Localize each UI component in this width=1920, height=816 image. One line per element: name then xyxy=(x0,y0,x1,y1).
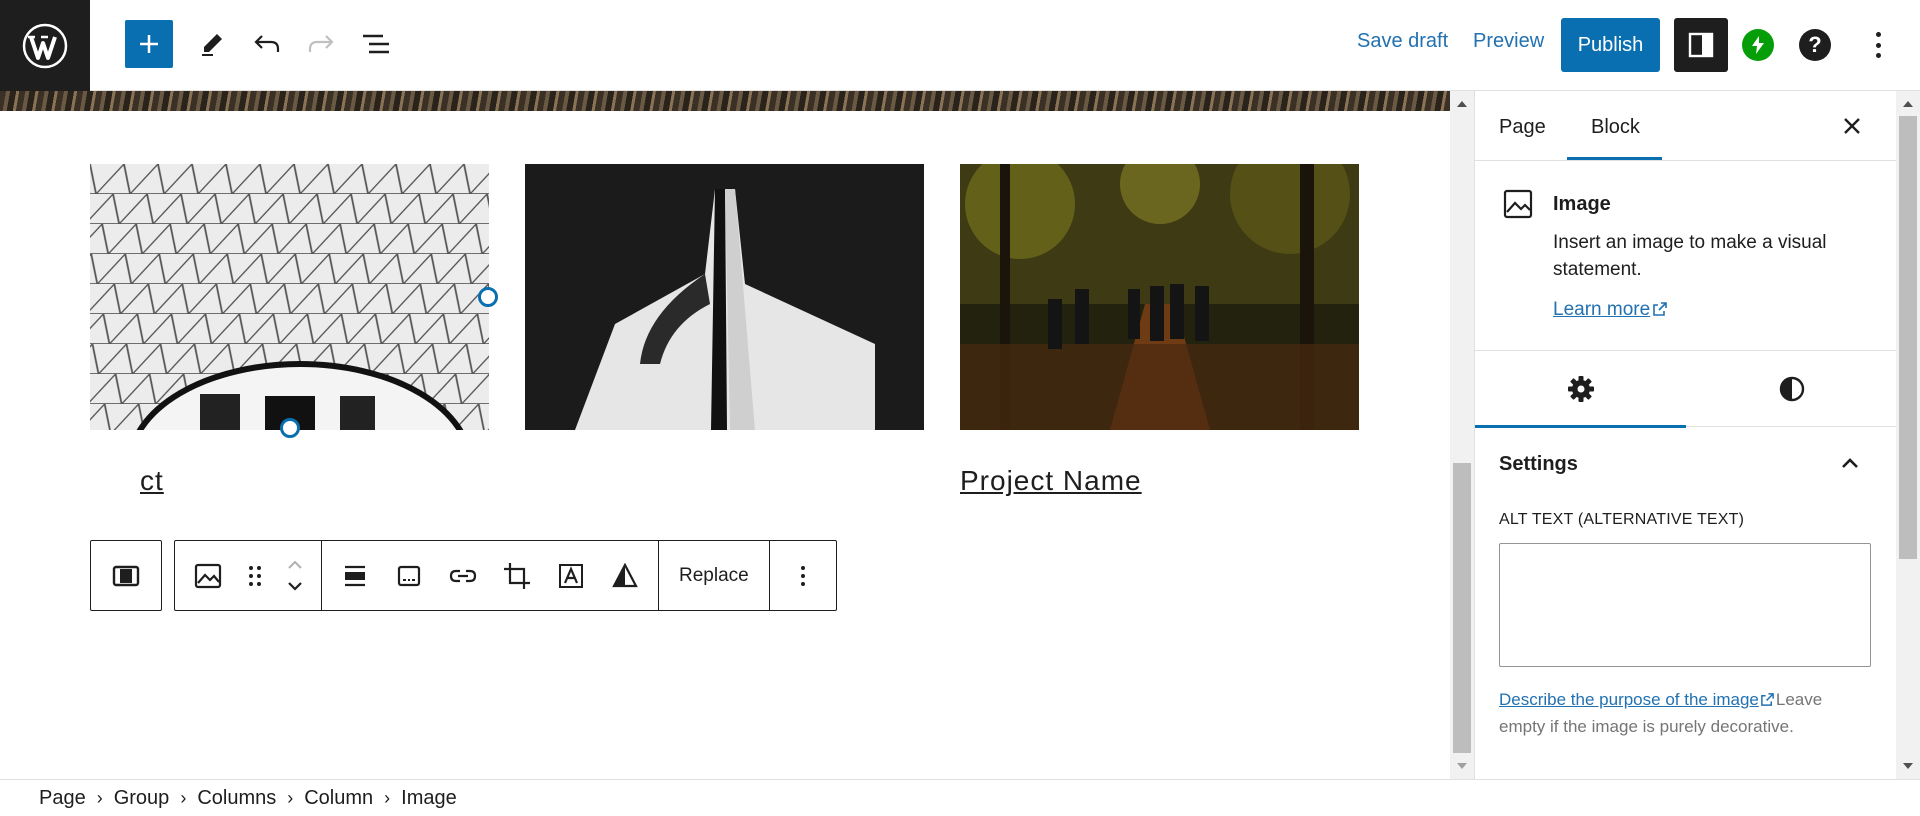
editor-canvas[interactable]: ct Project Name Replace xyxy=(0,91,1450,779)
block-options-button[interactable] xyxy=(776,541,830,610)
chevron-up-icon[interactable] xyxy=(1839,455,1861,476)
redo-button[interactable] xyxy=(297,20,345,68)
duotone-button[interactable] xyxy=(598,541,652,610)
image-block-type-button[interactable] xyxy=(181,541,235,610)
tools-button[interactable] xyxy=(188,20,236,68)
block-card-title: Image xyxy=(1553,193,1611,215)
block-toolbar-group-replace: Replace xyxy=(659,541,770,610)
document-overview-button[interactable] xyxy=(352,20,400,68)
learn-more-link[interactable]: Learn more xyxy=(1553,299,1668,321)
block-card: Image Insert an image to make a visual s… xyxy=(1475,161,1896,351)
alt-text-help: Describe the purpose of the image Leave e… xyxy=(1499,686,1871,740)
pencil-icon xyxy=(202,34,222,56)
external-link-icon xyxy=(1761,693,1774,706)
block-breadcrumb: Page › Group › Columns › Column › Image xyxy=(0,779,1920,816)
block-inspector-tabs xyxy=(1475,351,1896,428)
close-sidebar-button[interactable] xyxy=(1841,115,1863,137)
resize-handle-bottom[interactable] xyxy=(280,418,300,438)
list-view-icon xyxy=(363,34,389,54)
help-button[interactable]: ? xyxy=(1799,29,1831,61)
breadcrumb-group[interactable]: Group xyxy=(103,787,181,810)
drag-icon xyxy=(249,565,261,586)
active-tab-indicator xyxy=(1567,157,1662,160)
tab-settings[interactable] xyxy=(1475,351,1686,428)
block-toolbar-group-options xyxy=(770,541,836,610)
publish-button[interactable]: Publish xyxy=(1561,18,1660,72)
describe-purpose-link[interactable]: Describe the purpose of the image xyxy=(1499,690,1759,709)
block-toolbar: Replace xyxy=(174,540,837,611)
replace-button[interactable]: Replace xyxy=(659,541,769,610)
text-overlay-icon xyxy=(559,563,583,588)
drag-handle[interactable] xyxy=(235,541,275,610)
save-draft-button[interactable]: Save draft xyxy=(1357,30,1448,53)
link-button[interactable] xyxy=(436,541,490,610)
move-up-down-button[interactable] xyxy=(275,541,315,610)
settings-panel-title[interactable]: Settings xyxy=(1499,453,1578,476)
add-block-button[interactable] xyxy=(125,20,173,68)
breadcrumb-column[interactable]: Column xyxy=(293,787,384,810)
alt-text-textarea[interactable] xyxy=(1499,543,1871,667)
image-dome[interactable] xyxy=(90,164,489,430)
settings-sidebar-toggle[interactable] xyxy=(1674,18,1728,72)
settings-sidebar: Page Block Image Insert an image to make… xyxy=(1474,91,1896,779)
project-name-partial[interactable]: ct xyxy=(140,465,164,497)
image-icon xyxy=(1503,189,1533,224)
preview-button[interactable]: Preview xyxy=(1473,30,1544,53)
chevron-up-down-icon xyxy=(288,560,302,591)
canvas-scrollbar[interactable] xyxy=(1450,91,1474,779)
duotone-icon xyxy=(612,562,638,587)
wordpress-logo-button[interactable] xyxy=(0,0,90,91)
image-forest[interactable] xyxy=(960,164,1359,430)
gear-icon xyxy=(1567,376,1594,402)
align-button[interactable] xyxy=(328,541,382,610)
project-name-link[interactable]: Project Name xyxy=(960,465,1142,497)
block-toolbar-group-formatting xyxy=(322,541,659,610)
tab-block[interactable]: Block xyxy=(1591,116,1640,139)
undo-button[interactable] xyxy=(243,20,291,68)
jetpack-button[interactable] xyxy=(1742,29,1774,61)
breadcrumb-columns[interactable]: Columns xyxy=(186,787,287,810)
external-link-icon xyxy=(1653,302,1667,316)
sidebar-tabs: Page Block xyxy=(1475,91,1896,161)
select-parent-block-button[interactable] xyxy=(90,540,162,611)
bolt-icon xyxy=(1752,36,1764,54)
tab-page[interactable]: Page xyxy=(1499,116,1546,139)
options-menu-button[interactable] xyxy=(1866,28,1890,62)
image-monolith[interactable] xyxy=(525,164,924,430)
sidebar-icon xyxy=(1688,32,1714,58)
styles-icon xyxy=(1779,376,1804,402)
columns-icon xyxy=(112,565,140,586)
text-over-image-button[interactable] xyxy=(544,541,598,610)
breadcrumb-image: Image xyxy=(401,786,457,809)
tab-styles[interactable] xyxy=(1686,351,1896,427)
image-icon xyxy=(194,563,222,588)
breadcrumb-page[interactable]: Page xyxy=(28,787,97,810)
sidebar-scrollbar[interactable] xyxy=(1896,91,1920,779)
link-icon xyxy=(449,569,477,582)
redo-icon xyxy=(308,35,334,52)
alt-text-label: ALT TEXT (ALTERNATIVE TEXT) xyxy=(1499,511,1745,528)
editor-header: Save draft Preview Publish ? xyxy=(0,0,1920,91)
close-icon xyxy=(1844,118,1860,134)
crop-button[interactable] xyxy=(490,541,544,610)
plus-icon xyxy=(140,35,158,53)
cover-image-strip xyxy=(0,91,1450,111)
block-card-description: Insert an image to make a visual stateme… xyxy=(1553,232,1827,280)
align-icon xyxy=(345,565,365,586)
undo-icon xyxy=(254,35,280,52)
resize-handle-right[interactable] xyxy=(478,287,498,307)
caption-icon xyxy=(397,565,421,586)
block-toolbar-group-transform xyxy=(175,541,322,610)
caption-button[interactable] xyxy=(382,541,436,610)
crop-icon xyxy=(504,562,530,589)
wordpress-icon xyxy=(22,23,68,68)
